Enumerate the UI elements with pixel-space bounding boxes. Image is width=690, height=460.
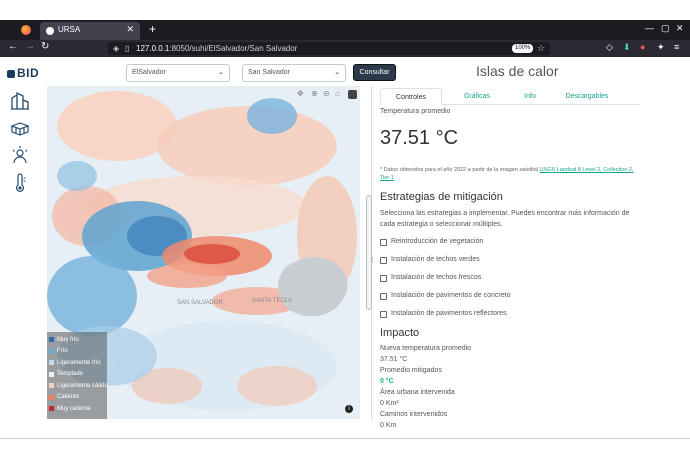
roads-value: 0 Km (380, 422, 397, 429)
zoom-badge[interactable]: 100% (512, 44, 534, 53)
downloads-icon[interactable]: ⬇ (623, 42, 631, 53)
avg-temp-value: 37.51 °C (380, 127, 459, 149)
legend-item: Muy caliente (49, 403, 105, 415)
pocket-icon[interactable]: ◇ (606, 42, 613, 53)
page-info-icon[interactable]: ▯ (125, 44, 129, 53)
legend-item: Templado (49, 369, 105, 381)
heat-person-icon[interactable] (10, 145, 30, 165)
checkbox[interactable] (380, 293, 387, 300)
city-select[interactable]: San Salvador ⌄ (242, 64, 346, 82)
extensions-icon[interactable]: ✦ (657, 42, 665, 53)
avg-temp-label: Temperatura promedio (380, 108, 451, 115)
consult-button[interactable]: Consultar (353, 64, 396, 81)
tracking-shield-icon[interactable]: ◈ (113, 44, 119, 53)
map-info-icon[interactable]: i (345, 405, 353, 413)
new-temp-value: 37.51 °C (380, 356, 408, 363)
city-buildings-icon[interactable] (10, 90, 30, 110)
tab-title: URSA (58, 25, 81, 34)
legend-swatch (49, 394, 54, 400)
tab-close-icon[interactable]: ✕ (126, 24, 134, 35)
map-home-icon[interactable]: ⌂ (335, 89, 340, 98)
map-layers-icon[interactable] (348, 90, 357, 99)
forward-icon[interactable]: → (25, 41, 35, 52)
urban-area-label: Área urbana intervenida (380, 389, 455, 396)
map-city-label: SANTA TECLA (252, 298, 292, 304)
heat-map[interactable]: SAN SALVADOR SANTA TECLA ✥ ⊕ ⊖ ⌂ Muy frí… (47, 86, 360, 419)
browser-window: URSA ✕ + — ▢ ✕ ← → ↻ ◈ ▯ 127.0.0.1:8050/… (0, 0, 690, 440)
bookmark-star-icon[interactable]: ☆ (537, 43, 545, 54)
legend-swatch (49, 383, 54, 389)
map-city-label: SAN SALVADOR (177, 300, 223, 306)
legend-item: Frío (49, 346, 105, 358)
legend-swatch (49, 348, 54, 354)
back-icon[interactable]: ← (8, 41, 18, 52)
url-text[interactable]: 127.0.0.1:8050/suhi/ElSalvador/San Salva… (136, 44, 297, 53)
legend-swatch (49, 371, 54, 377)
bricks-icon[interactable] (10, 119, 30, 139)
thermometer-icon[interactable] (10, 173, 30, 193)
legend-swatch (49, 337, 54, 343)
legend-item: Ligeramente cálido (49, 380, 108, 392)
minimize-button[interactable]: — (645, 23, 654, 33)
urban-area-value: 0 Km² (380, 400, 399, 407)
panel-tabs: Controles Gráficas Info Descargables (380, 88, 640, 105)
mitigated-label: Promedio mitigados (380, 367, 442, 374)
country-select[interactable]: ElSalvador ⌄ (126, 64, 230, 82)
roads-label: Caminos intervenidos (380, 411, 448, 418)
bid-logo: BID (7, 66, 39, 80)
data-source-note: * Datos obtenidos para el año 2022 a par… (380, 167, 634, 181)
maximize-button[interactable]: ▢ (661, 23, 670, 34)
tab-controls[interactable]: Controles (380, 88, 442, 105)
map-legend: Muy frío Frío Ligeramente frío Templado … (47, 332, 108, 419)
window-bottom-edge (0, 438, 690, 439)
legend-item: Caliente (49, 392, 105, 404)
new-temp-label: Nueva temperatura promedio (380, 345, 472, 352)
chevron-down-icon: ⌄ (218, 69, 224, 76)
menu-icon[interactable]: ≡ (674, 42, 679, 52)
tab-downloads[interactable]: Descargables (552, 88, 622, 105)
map-zoom-out-icon[interactable]: ⊖ (323, 89, 330, 98)
map-pan-icon[interactable]: ✥ (297, 89, 304, 98)
legend-item: Muy frío (49, 334, 105, 346)
mitigated-value: 0 °C (380, 378, 394, 385)
chevron-down-icon: ⌄ (334, 69, 340, 76)
legend-swatch (49, 406, 54, 412)
tab-info[interactable]: Info (510, 88, 550, 105)
tab-graphs[interactable]: Gráficas (446, 88, 508, 105)
browser-tab[interactable]: URSA ✕ (40, 22, 140, 40)
checkbox[interactable] (380, 257, 387, 264)
page-title: Islas de calor (476, 63, 559, 79)
firefox-icon[interactable] (21, 25, 31, 35)
navigation-bar: ← → ↻ ◈ ▯ 127.0.0.1:8050/suhi/ElSalvador… (0, 40, 690, 57)
mitigation-heading: Estrategias de mitigación (380, 191, 503, 203)
checkbox[interactable] (380, 275, 387, 282)
control-panel: Controles Gráficas Info Descargables Tem… (374, 86, 640, 432)
close-window-button[interactable]: ✕ (676, 23, 684, 34)
resize-handle[interactable] (366, 195, 372, 310)
url-bar[interactable]: ◈ ▯ 127.0.0.1:8050/suhi/ElSalvador/San S… (108, 42, 550, 55)
favicon-icon (46, 27, 54, 35)
extension-red-icon[interactable]: ● (640, 42, 645, 52)
new-tab-button[interactable]: + (149, 22, 156, 36)
checkbox[interactable] (380, 239, 387, 246)
impact-heading: Impacto (380, 327, 420, 339)
tab-bar: URSA ✕ + — ▢ ✕ (0, 20, 690, 40)
checkbox[interactable] (380, 311, 387, 318)
legend-swatch (49, 360, 54, 366)
mitigation-description: Selecciona las estrategias a implementar… (380, 210, 630, 228)
reload-icon[interactable]: ↻ (41, 41, 49, 52)
legend-item: Ligeramente frío (49, 357, 105, 369)
map-zoom-in-icon[interactable]: ⊕ (311, 89, 318, 98)
